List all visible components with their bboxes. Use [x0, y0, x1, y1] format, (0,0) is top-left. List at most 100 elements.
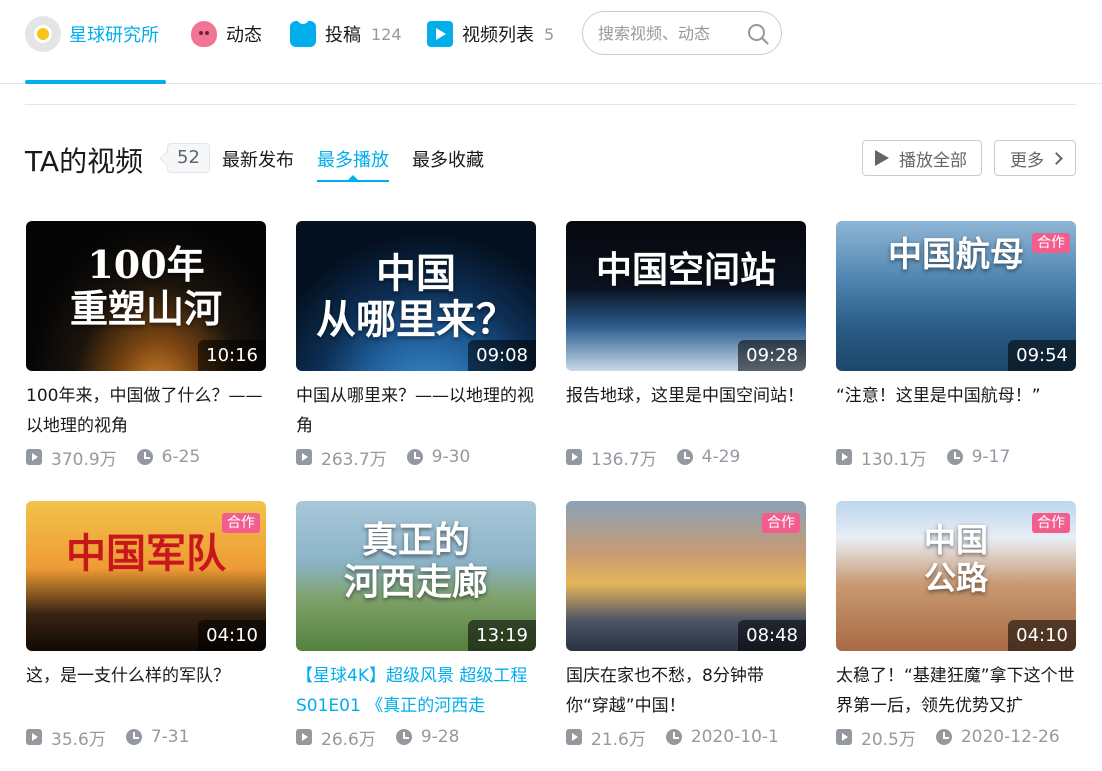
nav-upload[interactable]: 投稿 124 [290, 16, 402, 52]
video-thumbnail[interactable]: 中国军队 合作 04:10 [26, 501, 266, 651]
nav-video-list-label: 视频列表 [462, 25, 534, 46]
video-meta: 263.7万 9-30 [296, 445, 471, 470]
dynamic-icon [191, 21, 217, 47]
clock-icon [125, 729, 142, 745]
date-group: 7-31 [125, 727, 189, 747]
thumbnail-caption: 真正的 河西走廊 [343, 519, 488, 603]
collab-badge: 合作 [222, 513, 260, 533]
video-card[interactable]: 中国空间站 09:28 报告地球，这里是中国空间站！ 136.7万 4-29 [566, 221, 806, 471]
publish-date: 6-25 [161, 447, 201, 467]
collab-badge: 合作 [1032, 513, 1070, 533]
duration-badge: 08:48 [738, 620, 806, 651]
thumbnail-caption: 中国军队 [66, 530, 226, 577]
date-group: 2020-12-26 [935, 727, 1060, 747]
date-group: 4-29 [676, 447, 741, 467]
video-title[interactable]: 国庆在家也不愁，8分钟带你“穿越”中国！ [566, 661, 806, 721]
publish-date: 9-17 [971, 447, 1011, 467]
play-all-label: 播放全部 [899, 150, 967, 171]
view-count: 21.6万 [591, 729, 646, 750]
nav-video-list[interactable]: 视频列表 5 [427, 16, 554, 52]
duration-badge: 09:08 [468, 340, 536, 371]
date-group: 6-25 [136, 447, 201, 467]
duration-badge: 10:16 [198, 340, 266, 371]
video-title[interactable]: “注意！这里是中国航母！” [836, 381, 1076, 441]
search-icon[interactable] [747, 23, 769, 45]
publish-date: 4-29 [701, 447, 741, 467]
view-count: 26.6万 [321, 729, 376, 750]
nav-home-label: 星球研究所 [69, 25, 159, 46]
view-count: 35.6万 [51, 729, 106, 750]
video-card[interactable]: 真正的 河西走廊 13:19 【星球4K】超级风景 超级工程 S01E01 《真正的… [296, 501, 536, 751]
video-card[interactable]: 100年 重塑山河 10:16 100年来，中国做了什么？——以地理的视角 370.9… [26, 221, 266, 471]
nav-video-list-count: 5 [544, 24, 555, 44]
tv-icon [290, 18, 316, 47]
video-title[interactable]: 100年来，中国做了什么？——以地理的视角 [26, 381, 266, 441]
nav-dynamic[interactable]: 动态 [191, 16, 262, 52]
clock-icon [665, 729, 682, 745]
publish-date: 9-28 [420, 727, 460, 747]
more-label: 更多 [1010, 150, 1044, 171]
video-thumbnail[interactable]: 中国航母 合作 09:54 [836, 221, 1076, 371]
video-thumbnail[interactable]: 合作 08:48 [566, 501, 806, 651]
search-input[interactable] [598, 23, 748, 43]
play-count-icon [836, 729, 852, 745]
duration-badge: 04:10 [1008, 620, 1076, 651]
video-meta: 370.9万 6-25 [26, 445, 201, 470]
play-count-icon [26, 729, 42, 745]
duration-badge: 09:28 [738, 340, 806, 371]
playlist-icon [427, 21, 453, 47]
play-count-icon [26, 449, 42, 465]
nav-active-indicator [25, 80, 166, 84]
play-all-button[interactable]: 播放全部 [862, 140, 982, 176]
duration-badge: 04:10 [198, 620, 266, 651]
video-card[interactable]: 中国 公路 合作 04:10 太稳了！“基建狂魔”拿下这个世界第一后，领先优势又扩 20… [836, 501, 1076, 751]
tab-latest[interactable]: 最新发布 [222, 146, 294, 172]
date-group: 2020-10-1 [665, 727, 779, 747]
video-card[interactable]: 中国军队 合作 04:10 这，是一支什么样的军队？ 35.6万 7-31 [26, 501, 266, 751]
tab-most-played[interactable]: 最多播放 [317, 146, 389, 172]
video-thumbnail[interactable]: 中国 从哪里来？ 09:08 [296, 221, 536, 371]
video-title[interactable]: 【星球4K】超级风景 超级工程 S01E01 《真正的河西走 [296, 661, 536, 721]
publish-date: 9-30 [431, 447, 471, 467]
video-thumbnail[interactable]: 中国 公路 合作 04:10 [836, 501, 1076, 651]
play-count-icon [296, 449, 312, 465]
video-title[interactable]: 太稳了！“基建狂魔”拿下这个世界第一后，领先优势又扩 [836, 661, 1076, 721]
view-count: 263.7万 [321, 449, 387, 470]
thumbnail-caption: 中国空间站 [595, 249, 776, 291]
video-meta: 26.6万 9-28 [296, 725, 460, 750]
view-count: 20.5万 [861, 729, 916, 750]
play-count-icon [836, 449, 852, 465]
video-title[interactable]: 报告地球，这里是中国空间站！ [566, 381, 806, 441]
publish-date: 2020-12-26 [960, 727, 1060, 747]
clock-icon [406, 449, 423, 465]
section-title: TA的视频 [25, 145, 144, 178]
video-thumbnail[interactable]: 100年 重塑山河 10:16 [26, 221, 266, 371]
nav-home[interactable]: 星球研究所 [25, 16, 159, 52]
thumbnail-caption: 中国 从哪里来？ [316, 250, 516, 343]
publish-date: 2020-10-1 [690, 727, 779, 747]
tab-most-favorited[interactable]: 最多收藏 [412, 146, 484, 172]
video-meta: 130.1万 9-17 [836, 445, 1011, 470]
chevron-right-icon [1050, 151, 1063, 165]
video-card[interactable]: 合作 08:48 国庆在家也不愁，8分钟带你“穿越”中国！ 21.6万 2020-10-… [566, 501, 806, 751]
video-card[interactable]: 中国航母 合作 09:54 “注意！这里是中国航母！” 130.1万 9-17 [836, 221, 1076, 471]
video-thumbnail[interactable]: 中国空间站 09:28 [566, 221, 806, 371]
clock-icon [136, 449, 153, 465]
video-title[interactable]: 中国从哪里来？——以地理的视角 [296, 381, 536, 441]
video-title[interactable]: 这，是一支什么样的军队？ [26, 661, 266, 721]
nav-upload-label: 投稿 [325, 25, 361, 46]
video-card[interactable]: 中国 从哪里来？ 09:08 中国从哪里来？——以地理的视角 263.7万 9-30 [296, 221, 536, 471]
search-box [582, 11, 782, 55]
collab-badge: 合作 [1032, 233, 1070, 253]
play-count-icon [296, 729, 312, 745]
duration-badge: 13:19 [468, 620, 536, 651]
play-icon [875, 150, 889, 166]
video-thumbnail[interactable]: 真正的 河西走廊 13:19 [296, 501, 536, 651]
more-button[interactable]: 更多 [994, 140, 1076, 176]
duration-badge: 09:54 [1008, 340, 1076, 371]
clock-icon [676, 449, 693, 465]
tab-active-indicator [317, 175, 389, 182]
nav-upload-count: 124 [371, 24, 402, 44]
video-meta: 136.7万 4-29 [566, 445, 741, 470]
play-count-icon [566, 729, 582, 745]
